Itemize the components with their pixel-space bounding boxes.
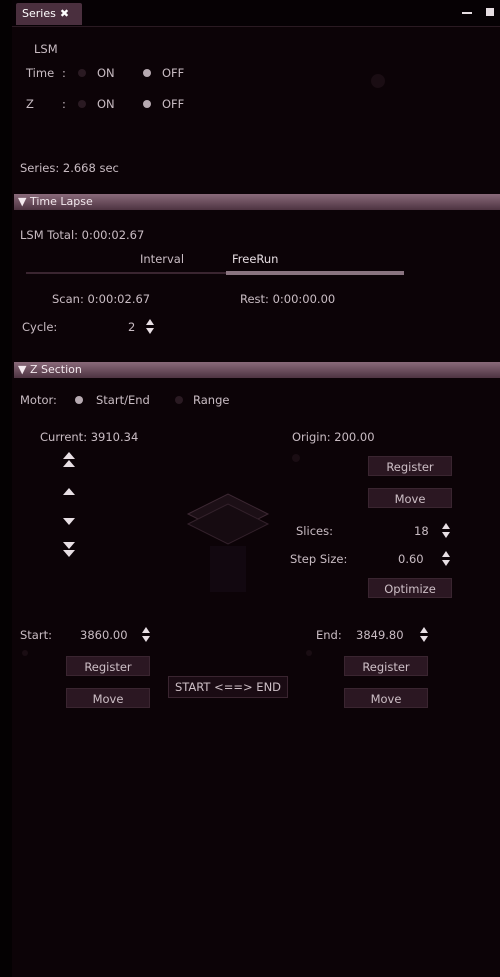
tab-series[interactable]: Series ✖ — [16, 3, 82, 25]
start-indicator-icon — [22, 650, 28, 656]
lsm-label: LSM — [34, 42, 58, 56]
minimize-icon[interactable] — [462, 12, 472, 14]
lsm-total: LSM Total: 0:00:02.67 — [20, 228, 145, 242]
origin-position: Origin: 200.00 — [292, 430, 375, 444]
end-move-button[interactable]: Move — [344, 688, 428, 708]
step-size-spinner[interactable] — [442, 551, 450, 567]
time-on-radio[interactable] — [78, 69, 86, 77]
z-off-radio[interactable] — [143, 100, 151, 108]
range-radio[interactable] — [175, 396, 183, 404]
end-label: End: — [316, 628, 342, 642]
start-end-label[interactable]: Start/End — [96, 393, 150, 407]
origin-indicator-icon — [292, 454, 300, 462]
rest-time: Rest: 0:00:00.00 — [240, 292, 336, 306]
tab-freerun[interactable]: FreeRun — [232, 252, 278, 266]
tab-bar — [12, 0, 500, 27]
maximize-icon[interactable] — [486, 8, 494, 16]
collapse-icon: ▼ — [18, 363, 30, 376]
origin-move-button[interactable]: Move — [368, 488, 452, 508]
start-label: Start: — [20, 628, 52, 642]
time-label: Time — [26, 66, 55, 80]
tab-interval[interactable]: Interval — [140, 252, 184, 266]
start-end-radio[interactable] — [75, 396, 83, 404]
end-value[interactable]: 3849.80 — [356, 628, 404, 642]
z-on-label[interactable]: ON — [97, 97, 115, 111]
time-on-label[interactable]: ON — [97, 66, 115, 80]
z-label: Z — [26, 97, 34, 111]
collapse-icon: ▼ — [18, 195, 30, 208]
z-stack-graphic — [186, 493, 270, 592]
time-colon: : — [62, 66, 66, 80]
z-section-title: Z Section — [29, 363, 82, 376]
time-off-radio[interactable] — [143, 69, 151, 77]
down-button[interactable] — [63, 518, 75, 525]
start-register-button[interactable]: Register — [66, 656, 150, 676]
up-button[interactable] — [63, 488, 75, 495]
current-position: Current: 3910.34 — [40, 430, 139, 444]
end-spinner[interactable] — [420, 627, 428, 643]
start-move-button[interactable]: Move — [66, 688, 150, 708]
scan-time: Scan: 0:00:02.67 — [52, 292, 151, 306]
z-off-label[interactable]: OFF — [162, 97, 184, 111]
series-time: Series: 2.668 sec — [20, 161, 119, 175]
end-register-button[interactable]: Register — [344, 656, 428, 676]
end-indicator-icon — [306, 650, 312, 656]
step-size-label: Step Size: — [290, 552, 348, 566]
time-lapse-title: Time Lapse — [29, 195, 93, 208]
slices-value[interactable]: 18 — [414, 524, 429, 538]
tab-divider — [26, 272, 226, 274]
range-label[interactable]: Range — [193, 393, 229, 407]
z-on-radio[interactable] — [78, 100, 86, 108]
optimize-button[interactable]: Optimize — [368, 578, 452, 598]
cycle-spinner[interactable] — [146, 319, 154, 335]
step-size-value[interactable]: 0.60 — [398, 552, 424, 566]
cycle-label: Cycle: — [22, 320, 58, 334]
time-off-label[interactable]: OFF — [162, 66, 184, 80]
origin-register-button[interactable]: Register — [368, 456, 452, 476]
dial-icon — [371, 74, 385, 88]
cycle-value[interactable]: 2 — [128, 320, 135, 334]
z-colon: : — [62, 97, 66, 111]
fast-down-button[interactable] — [62, 542, 76, 560]
motor-label: Motor: — [20, 393, 57, 407]
start-to-end-button[interactable]: START <==> END — [168, 676, 288, 698]
close-icon[interactable]: ✖ — [60, 7, 69, 20]
fast-up-button[interactable] — [62, 452, 76, 470]
tab-series-label: Series — [22, 7, 56, 20]
start-value[interactable]: 3860.00 — [80, 628, 128, 642]
slices-label: Slices: — [296, 524, 333, 538]
freerun-active-indicator — [226, 271, 404, 275]
start-spinner[interactable] — [142, 627, 150, 643]
z-section-header[interactable]: ▼ Z Section — [14, 362, 500, 378]
time-lapse-header[interactable]: ▼ Time Lapse — [14, 194, 500, 210]
slices-spinner[interactable] — [442, 523, 450, 539]
